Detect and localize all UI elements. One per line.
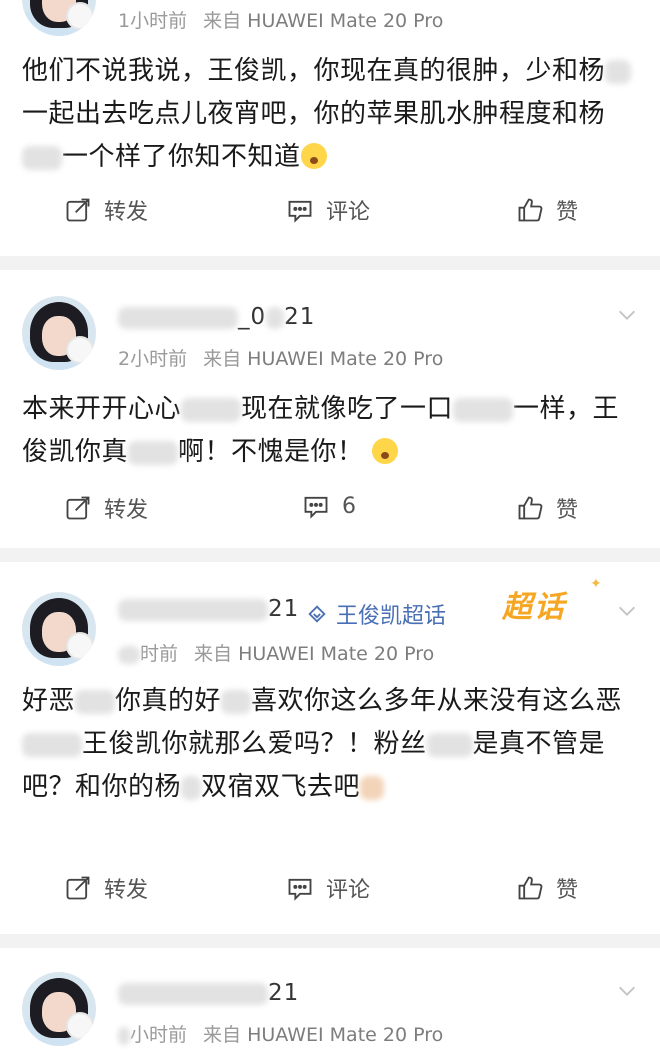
like-button[interactable]: 赞 [516,492,578,524]
device-name[interactable]: HUAWEI Mate 20 Pro [247,10,443,32]
post-meta: 2小时前 来自 HUAWEI Mate 20 Pro [118,344,443,371]
topic-link[interactable]: 王俊凯超话 [306,598,446,630]
device-name[interactable]: HUAWEI Mate 20 Pro [247,1024,443,1046]
weibo-post: 1小时前 来自 HUAWEI Mate 20 Pro 他们不说我说，王俊凯，你现在… [0,0,660,256]
weibo-post: _0 21 2小时前 来自 HUAWEI Mate 20 Pro 本来开开心心 现在就… [0,270,660,548]
topic-diamond-icon [308,605,326,623]
post-text: 他们不说我说，王俊凯，你现在真的很肿，少和杨一起出去吃点儿夜宵吧，你的苹果肌水肿… [22,50,642,179]
chevron-down-icon[interactable] [616,980,638,1002]
comment-button[interactable]: 评论 [286,194,370,226]
post-divider [0,256,660,270]
comment-icon [288,878,312,901]
repost-icon [66,496,90,520]
post-time: 小时前 [130,1024,188,1046]
source-prefix: 来自 [203,348,242,370]
repost-button[interactable]: 转发 [64,872,148,904]
chaohua-badge: 超话 [502,590,566,625]
chevron-down-icon[interactable] [616,600,638,622]
avatar[interactable] [22,0,96,36]
repost-icon [66,198,90,222]
comment-icon [304,496,328,519]
repost-button[interactable]: 转发 [64,194,148,226]
post-meta: 小时前 来自 HUAWEI Mate 20 Pro [118,1020,443,1047]
action-bar: 转发 6 赞 [0,492,660,542]
like-button[interactable]: 赞 [516,872,578,904]
repost-button[interactable]: 转发 [64,492,148,524]
post-text: 本来开开心心 现在就像吃了一口 一样，王俊凯你真 啊！不愧是你！ [22,394,620,467]
source-prefix: 来自 [203,10,242,32]
weibo-post: 21 王俊凯超话 超话 ✦ 时前 来自 HUAWEI Mate 20 Pro 好恶… [0,562,660,934]
sparkle-icon: ✦ [590,576,602,592]
chevron-down-icon[interactable] [616,304,638,326]
like-icon [518,198,543,222]
post-time: 时前 [140,643,179,665]
comment-button[interactable]: 6 [302,492,356,520]
username[interactable]: 21 [118,596,299,622]
post-meta: 时前 来自 HUAWEI Mate 20 Pro [118,639,434,666]
post-divider [0,548,660,562]
username[interactable]: _0 21 [118,304,315,330]
post-time: 2小时前 [118,348,188,370]
post-divider [0,934,660,948]
avatar[interactable] [22,296,96,370]
device-name[interactable]: HUAWEI Mate 20 Pro [247,348,443,370]
post-meta: 1小时前 来自 HUAWEI Mate 20 Pro [118,6,443,33]
post-time: 1小时前 [118,10,188,32]
like-button[interactable]: 赞 [516,194,578,226]
action-bar: 转发 评论 赞 [0,194,660,244]
device-name[interactable]: HUAWEI Mate 20 Pro [238,643,434,665]
comment-icon [288,200,312,223]
like-icon [518,876,543,900]
avatar[interactable] [22,972,96,1046]
scream-emoji-icon [372,438,399,464]
comment-button[interactable]: 评论 [286,872,370,904]
username[interactable]: 21 [118,980,299,1006]
source-prefix: 来自 [194,643,233,665]
source-prefix: 来自 [203,1024,242,1046]
repost-icon [66,876,90,900]
post-text: 好恶 你真的好 喜欢你这么多年从来没有这么恶王俊凯你就那么爱吗？！粉丝 是真不管是吧？… [22,686,623,802]
like-icon [518,496,543,520]
avatar[interactable] [22,592,96,666]
action-bar: 转发 评论 赞 [0,872,660,922]
weibo-post: 21 小时前 来自 HUAWEI Mate 20 Pro [0,948,660,1053]
scream-emoji-icon [300,143,327,169]
